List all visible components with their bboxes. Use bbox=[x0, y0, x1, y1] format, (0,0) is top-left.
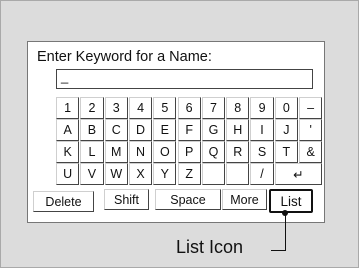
keyboard-key[interactable]: 3 bbox=[104, 97, 128, 119]
keyboard-key[interactable]: T bbox=[274, 141, 298, 163]
keyboard-key[interactable]: ' bbox=[299, 119, 323, 141]
list-icon-callout-label: List Icon bbox=[176, 237, 244, 257]
keyboard-key-blank[interactable] bbox=[226, 163, 250, 185]
callout-pointer-line bbox=[271, 250, 285, 251]
keyboard-key[interactable]: 8 bbox=[226, 97, 250, 119]
keyboard-key[interactable]: W bbox=[104, 163, 128, 185]
keyboard-key[interactable]: H bbox=[226, 119, 250, 141]
keyboard-key[interactable]: B bbox=[80, 119, 104, 141]
keyboard-key[interactable]: M bbox=[104, 141, 128, 163]
keyboard-key[interactable]: 9 bbox=[250, 97, 274, 119]
keyboard-key-blank[interactable] bbox=[201, 163, 226, 185]
keyboard-key[interactable]: I bbox=[250, 119, 274, 141]
keyboard-key[interactable]: A bbox=[56, 119, 80, 141]
keyboard-key[interactable]: L bbox=[80, 141, 104, 163]
keyboard-key[interactable]: 5 bbox=[153, 97, 177, 119]
keyboard-key[interactable]: E bbox=[153, 119, 177, 141]
keyboard-key[interactable]: G bbox=[201, 119, 226, 141]
keyboard-key[interactable]: X bbox=[128, 163, 153, 185]
delete-button[interactable]: Delete bbox=[33, 191, 94, 212]
keyboard-key[interactable]: S bbox=[250, 141, 274, 163]
keyboard-key[interactable]: 2 bbox=[80, 97, 104, 119]
keyboard-key[interactable]: D bbox=[128, 119, 153, 141]
keyboard-key[interactable]: J bbox=[274, 119, 298, 141]
keyboard-key[interactable]: – bbox=[299, 97, 323, 119]
input-cursor: _ bbox=[61, 69, 69, 84]
enter-key[interactable]: ↵ bbox=[274, 163, 323, 185]
keyboard-key[interactable]: Z bbox=[177, 163, 201, 185]
keyboard-key[interactable]: Y bbox=[153, 163, 177, 185]
keyboard-key[interactable]: N bbox=[128, 141, 153, 163]
keyboard-key[interactable]: 6 bbox=[177, 97, 201, 119]
screen-title: Enter Keyword for a Name: bbox=[37, 49, 212, 65]
keyboard-key[interactable]: / bbox=[250, 163, 274, 185]
keyboard-key[interactable]: C bbox=[104, 119, 128, 141]
shift-button[interactable]: Shift bbox=[104, 189, 149, 210]
keyboard-key[interactable]: K bbox=[56, 141, 80, 163]
callout-pointer-line bbox=[285, 213, 286, 251]
keyboard-key[interactable]: O bbox=[153, 141, 177, 163]
keyboard-key[interactable]: Q bbox=[201, 141, 226, 163]
keyboard-key[interactable]: U bbox=[56, 163, 80, 185]
keyboard-key[interactable]: R bbox=[226, 141, 250, 163]
keyboard-key[interactable]: 1 bbox=[56, 97, 80, 119]
keyboard-key[interactable]: F bbox=[177, 119, 201, 141]
keyboard-key[interactable]: P bbox=[177, 141, 201, 163]
keyword-input[interactable]: _ bbox=[56, 69, 313, 89]
keyboard-key[interactable]: 0 bbox=[274, 97, 298, 119]
space-button[interactable]: Space bbox=[155, 189, 221, 210]
keyboard-key[interactable]: 7 bbox=[201, 97, 226, 119]
more-button[interactable]: More bbox=[222, 189, 267, 210]
list-button[interactable]: List bbox=[269, 189, 313, 213]
keyboard-key[interactable]: & bbox=[299, 141, 323, 163]
keyboard-key[interactable]: 4 bbox=[128, 97, 153, 119]
keyboard-key[interactable]: V bbox=[80, 163, 104, 185]
